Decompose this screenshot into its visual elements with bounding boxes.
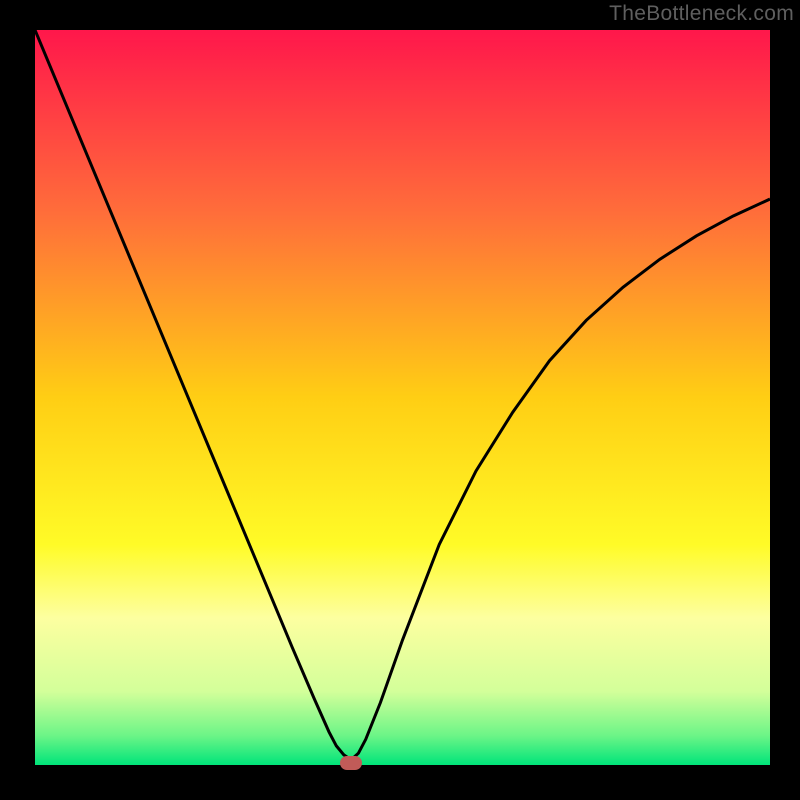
plot-area <box>35 30 770 765</box>
chart-frame: TheBottleneck.com <box>0 0 800 800</box>
chart-svg <box>35 30 770 765</box>
chart-background <box>35 30 770 765</box>
watermark-text: TheBottleneck.com <box>609 2 794 26</box>
minimum-marker <box>340 756 362 770</box>
